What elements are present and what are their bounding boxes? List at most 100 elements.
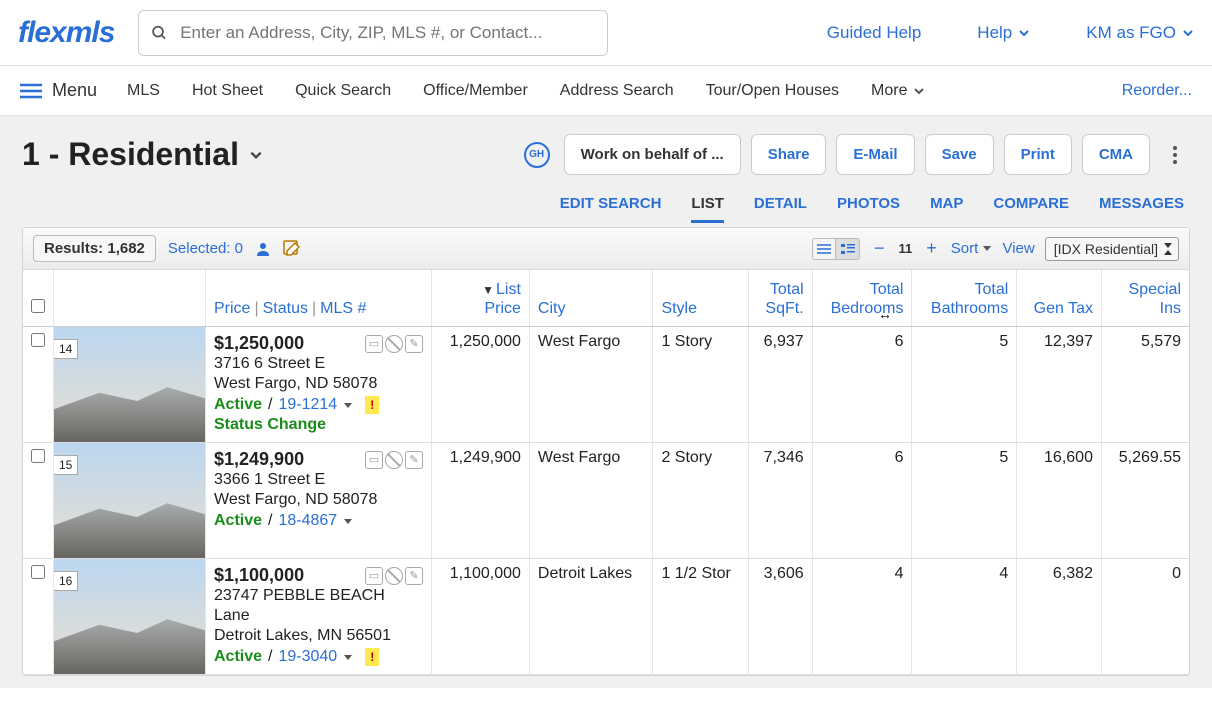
results-count-chip[interactable]: Results: 1,682 [33, 235, 156, 262]
row-mls-link[interactable]: 19-3040 [278, 648, 337, 666]
view-mode-list[interactable] [812, 238, 836, 260]
top-bar: flexmls Guided Help Help KM as FGO [0, 0, 1212, 66]
row-info-cell: $1,100,000 ▭ ✎ 23747 PEBBLE BEACH Lane D… [206, 559, 432, 675]
gh-badge-icon[interactable]: GH [524, 142, 550, 168]
chevron-down-icon [913, 85, 925, 97]
col-gentax[interactable]: Gen Tax [1017, 270, 1102, 327]
listing-thumbnail[interactable]: 14 [54, 327, 205, 442]
print-button[interactable]: Print [1004, 134, 1072, 175]
note-icon[interactable]: ✎ [405, 567, 423, 585]
note-icon[interactable]: ✎ [405, 335, 423, 353]
nav-address-search[interactable]: Address Search [560, 82, 674, 100]
sqft-l2: SqFt. [765, 299, 803, 318]
triangle-down-icon[interactable] [343, 652, 353, 662]
row-price: $1,249,900 [214, 449, 304, 470]
triangle-down-icon[interactable] [343, 400, 353, 410]
listing-thumbnail[interactable]: 16 [54, 559, 205, 674]
page-title[interactable]: 1 - Residential [22, 136, 263, 173]
col-bathrooms[interactable]: TotalBathrooms [912, 270, 1017, 327]
help-menu[interactable]: Help [977, 23, 1030, 43]
menu-button[interactable]: Menu [20, 80, 127, 101]
col-price[interactable]: Price [214, 300, 250, 317]
page-actions: GH Work on behalf of ... Share E-Mail Sa… [524, 134, 1190, 175]
col-bedrooms[interactable]: TotalBedrooms [812, 270, 912, 327]
row-mini-icons: ▭ ✎ [365, 567, 423, 585]
spec-l2: Ins [1160, 299, 1181, 318]
disable-icon[interactable] [385, 335, 403, 353]
flag-icon[interactable]: ! [365, 396, 379, 414]
row-mls-link[interactable]: 18-4867 [278, 512, 337, 530]
select-all-checkbox[interactable] [31, 299, 45, 313]
work-on-behalf-button[interactable]: Work on behalf of ... [564, 134, 741, 175]
header-row: Price|Status|MLS # ▼List Price City Styl… [23, 270, 1189, 327]
table-row[interactable]: 16 $1,100,000 ▭ ✎ 23747 PEBBLE BEACH Lan… [23, 559, 1189, 675]
cell-special: 5,269.55 [1101, 443, 1189, 559]
triangle-down-icon[interactable] [343, 516, 353, 526]
row-number: 15 [54, 455, 78, 475]
tab-map[interactable]: MAP [930, 195, 963, 223]
template-select[interactable]: [IDX Residential] [1045, 237, 1179, 261]
row-addr1: 23747 PEBBLE BEACH Lane [214, 586, 423, 626]
briefcase-icon[interactable]: ▭ [365, 335, 383, 353]
save-button[interactable]: Save [925, 134, 994, 175]
col-listprice[interactable]: ▼List Price [432, 270, 530, 327]
row-checkbox[interactable] [31, 565, 45, 579]
row-checkbox[interactable] [31, 333, 45, 347]
selected-count-chip[interactable]: Selected: 0 [168, 240, 243, 257]
table-row[interactable]: 14 $1,250,000 ▭ ✎ 3716 6 Street E West F… [23, 327, 1189, 443]
disable-icon[interactable] [385, 567, 403, 585]
search-input[interactable] [180, 23, 595, 43]
col-status[interactable]: Status [263, 300, 308, 317]
edit-icon[interactable] [283, 240, 301, 258]
search-box[interactable] [138, 10, 608, 56]
row-checkbox[interactable] [31, 449, 45, 463]
page-prev-button[interactable]: − [870, 238, 889, 259]
tab-photos[interactable]: PHOTOS [837, 195, 900, 223]
cell-beds: 6 [812, 443, 912, 559]
col-special[interactable]: SpecialIns [1101, 270, 1189, 327]
briefcase-icon[interactable]: ▭ [365, 567, 383, 585]
more-actions-button[interactable] [1160, 138, 1190, 172]
col-city[interactable]: City [529, 270, 653, 327]
view-mode-thumb[interactable] [836, 238, 860, 260]
email-button[interactable]: E-Mail [836, 134, 914, 175]
nav-more[interactable]: More [871, 82, 925, 100]
page-next-button[interactable]: + [922, 238, 941, 259]
nav-tour-open[interactable]: Tour/Open Houses [706, 82, 839, 100]
note-icon[interactable]: ✎ [405, 451, 423, 469]
disable-icon[interactable] [385, 451, 403, 469]
briefcase-icon[interactable]: ▭ [365, 451, 383, 469]
row-photo-cell: 15 [54, 443, 206, 559]
tab-detail[interactable]: DETAIL [754, 195, 807, 223]
tab-edit-search[interactable]: EDIT SEARCH [560, 195, 662, 223]
row-check-cell [23, 327, 54, 443]
listing-thumbnail[interactable]: 15 [54, 443, 205, 558]
contact-icon[interactable] [255, 241, 271, 257]
cma-button[interactable]: CMA [1082, 134, 1150, 175]
row-mls-link[interactable]: 19-1214 [278, 396, 337, 414]
page-header: 1 - Residential GH Work on behalf of ...… [22, 134, 1190, 175]
tab-list[interactable]: LIST [691, 195, 724, 223]
nav-quick-search[interactable]: Quick Search [295, 82, 391, 100]
table-row[interactable]: 15 $1,249,900 ▭ ✎ 3366 1 Street E West F… [23, 443, 1189, 559]
sort-menu[interactable]: Sort [951, 240, 993, 257]
share-button[interactable]: Share [751, 134, 827, 175]
col-style[interactable]: Style [653, 270, 749, 327]
flag-icon[interactable]: ! [365, 648, 379, 666]
view-link[interactable]: View [1002, 240, 1034, 257]
col-mls[interactable]: MLS # [320, 300, 366, 317]
guided-help-link[interactable]: Guided Help [827, 23, 922, 43]
tab-compare[interactable]: COMPARE [993, 195, 1069, 223]
row-addr1: 3366 1 Street E [214, 470, 423, 490]
user-menu[interactable]: KM as FGO [1086, 23, 1194, 43]
reorder-link[interactable]: Reorder... [1122, 82, 1192, 100]
sqft-l1: Total [770, 280, 804, 299]
nav-mls[interactable]: MLS [127, 82, 160, 100]
tab-messages[interactable]: MESSAGES [1099, 195, 1184, 223]
cell-baths: 5 [912, 327, 1017, 443]
col-sqft[interactable]: TotalSqFt. [749, 270, 812, 327]
row-price: $1,100,000 [214, 565, 304, 586]
nav-office-member[interactable]: Office/Member [423, 82, 528, 100]
nav-hot-sheet[interactable]: Hot Sheet [192, 82, 263, 100]
bed-l2: Bedrooms [831, 299, 904, 318]
